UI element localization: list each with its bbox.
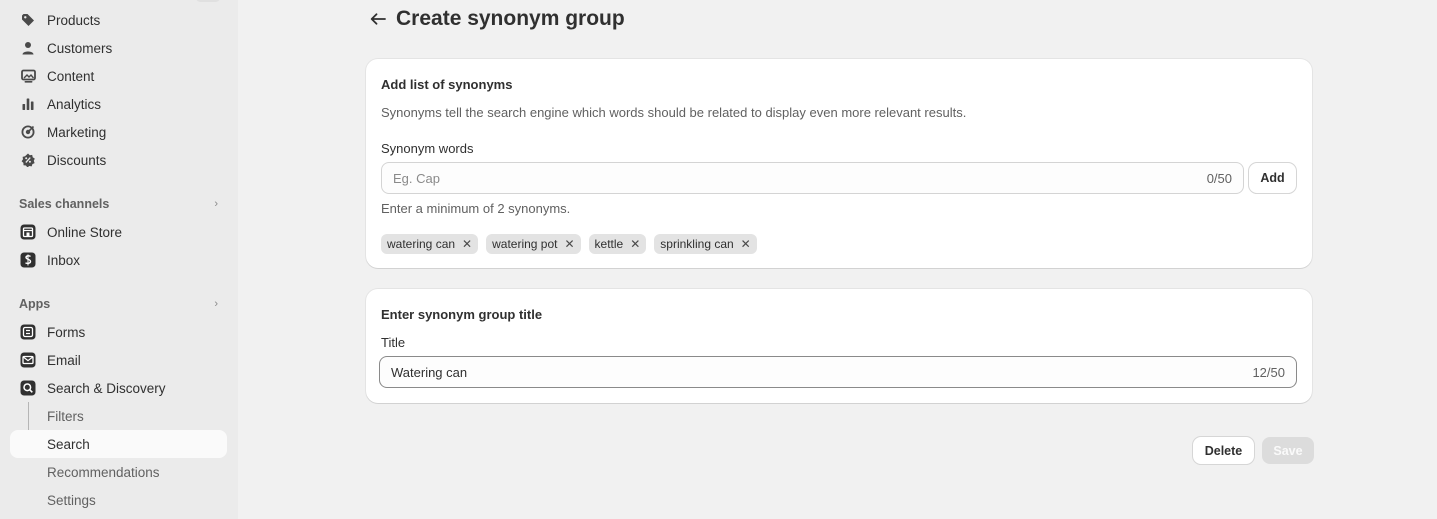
synonym-tag: kettle ✕ (588, 234, 647, 254)
title-field-label: Title (381, 335, 406, 350)
sidebar-item-label: Inbox (47, 252, 81, 268)
title-input-counter: 12/50 (1252, 364, 1285, 380)
remove-tag-icon[interactable]: ✕ (462, 237, 472, 251)
synonyms-card: Add list of synonyms Synonyms tell the s… (366, 59, 1312, 268)
remove-tag-icon[interactable]: ✕ (741, 237, 751, 251)
tag-label: watering can (387, 237, 456, 251)
inbox-app-icon (19, 251, 37, 269)
sidebar-item-label: Email (47, 352, 81, 368)
sidebar-item-label: Content (47, 68, 95, 84)
synonym-help-text: Enter a minimum of 2 synonyms. (381, 201, 571, 216)
title-card: Enter synonym group title Title Watering… (366, 289, 1312, 403)
tag-label: sprinkling can (660, 237, 734, 251)
sidebar: Products Customers Content Analytics Mar… (0, 0, 238, 519)
person-icon (19, 39, 37, 57)
save-button[interactable]: Save (1262, 437, 1314, 464)
synonym-words-label: Synonym words (381, 141, 474, 156)
sidebar-item-discounts[interactable]: Discounts (10, 146, 227, 174)
email-app-icon (19, 351, 37, 369)
image-icon (19, 67, 37, 85)
sidebar-item-label: Settings (47, 492, 96, 508)
synonym-words-placeholder: Eg. Cap (393, 170, 440, 186)
title-card-title: Enter synonym group title (381, 307, 543, 322)
store-icon (19, 223, 37, 241)
search-app-icon (19, 379, 37, 397)
forms-app-icon (19, 323, 37, 341)
synonym-words-input[interactable]: Eg. Cap 0/50 (381, 162, 1244, 194)
sidebar-item-email[interactable]: Email (10, 346, 227, 374)
synonym-tag: sprinkling can ✕ (654, 234, 757, 254)
sidebar-item-label: Recommendations (47, 464, 160, 480)
sales-channels-heading[interactable]: Sales channels › (10, 192, 227, 216)
sidebar-item-label: Online Store (47, 224, 123, 240)
sidebar-item-products[interactable]: Products (10, 6, 227, 34)
chevron-right-icon: › (214, 298, 218, 310)
sidebar-item-online-store[interactable]: Online Store (10, 218, 227, 246)
sidebar-item-label: Products (47, 12, 101, 28)
remove-tag-icon[interactable]: ✕ (630, 237, 640, 251)
target-icon (19, 123, 37, 141)
chevron-right-icon: › (214, 198, 218, 210)
sidebar-item-marketing[interactable]: Marketing (10, 118, 227, 146)
sidebar-top-control[interactable] (195, 0, 221, 2)
sidebar-item-label: Forms (47, 324, 86, 340)
tag-label: watering pot (492, 237, 558, 251)
synonyms-card-title: Add list of synonyms (381, 77, 513, 92)
title-input[interactable]: Watering can 12/50 (379, 356, 1297, 388)
remove-tag-icon[interactable]: ✕ (564, 237, 574, 251)
sidebar-subitem-recommendations[interactable]: Recommendations (10, 458, 227, 486)
add-button[interactable]: Add (1249, 163, 1296, 193)
synonym-words-counter: 0/50 (1206, 170, 1232, 186)
synonym-tag: watering can ✕ (381, 234, 479, 254)
sidebar-subitem-settings[interactable]: Settings (10, 486, 227, 514)
sidebar-item-label: Search (47, 436, 90, 452)
delete-button[interactable]: Delete (1193, 437, 1254, 464)
sidebar-item-inbox[interactable]: Inbox (10, 246, 227, 274)
page-title: Create synonym group (396, 7, 625, 30)
page-header: Create synonym group (368, 4, 625, 34)
sidebar-item-label: Marketing (47, 124, 107, 140)
sidebar-item-content[interactable]: Content (10, 62, 227, 90)
title-input-value: Watering can (391, 364, 468, 380)
tag-icon (19, 11, 37, 29)
synonym-tag: watering pot ✕ (486, 234, 581, 254)
sidebar-item-search-discovery[interactable]: Search & Discovery (10, 374, 227, 402)
bar-chart-icon (19, 95, 37, 113)
sidebar-item-label: Analytics (47, 96, 102, 112)
sidebar-item-forms[interactable]: Forms (10, 318, 227, 346)
tag-label: kettle (594, 237, 624, 251)
synonyms-card-description: Synonyms tell the search engine which wo… (381, 105, 967, 120)
sidebar-subitem-filters[interactable]: Filters (10, 402, 227, 430)
sidebar-subitem-search[interactable]: Search (10, 430, 227, 458)
discount-icon (19, 151, 37, 169)
synonym-tag-list: watering can ✕ watering pot ✕ kettle ✕ s… (381, 234, 757, 254)
sidebar-item-label: Customers (47, 40, 113, 56)
back-button[interactable] (368, 9, 388, 29)
sidebar-item-label: Discounts (47, 152, 107, 168)
sidebar-item-analytics[interactable]: Analytics (10, 90, 227, 118)
arrow-left-icon (370, 13, 386, 25)
apps-heading[interactable]: Apps › (10, 292, 227, 316)
sidebar-item-label: Search & Discovery (47, 380, 166, 396)
sidebar-item-customers[interactable]: Customers (10, 34, 227, 62)
sidebar-item-label: Filters (47, 408, 84, 424)
